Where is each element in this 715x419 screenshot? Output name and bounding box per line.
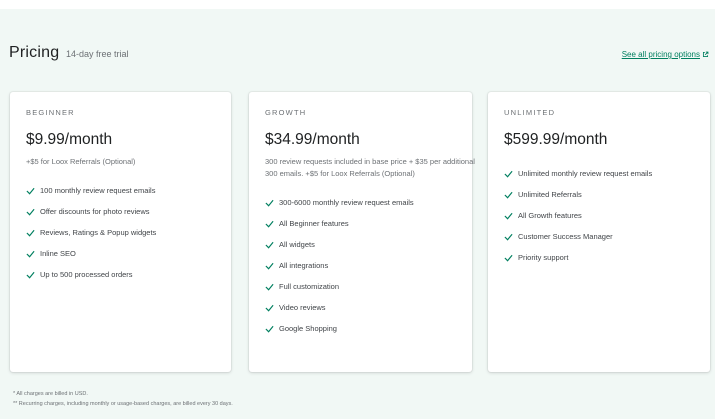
feature-label: Unlimited monthly review request emails xyxy=(518,169,653,178)
check-icon xyxy=(26,229,35,237)
feature-label: Video reviews xyxy=(279,303,326,312)
list-item: Up to 500 processed orders xyxy=(26,264,215,285)
plan-price: $34.99/month xyxy=(265,131,360,148)
feature-label: Unlimited Referrals xyxy=(518,190,582,199)
feature-list: Unlimited monthly review request emails … xyxy=(504,163,694,268)
external-link-icon xyxy=(702,51,709,58)
plan-card-beginner: BEGINNER $9.99/month +$5 for Loox Referr… xyxy=(10,92,231,372)
list-item: Offer discounts for photo reviews xyxy=(26,201,215,222)
feature-label: Full customization xyxy=(279,282,340,291)
check-icon xyxy=(265,304,274,312)
list-item: Priority support xyxy=(504,247,694,268)
list-item: All Beginner features xyxy=(265,213,456,234)
see-all-pricing-link[interactable]: See all pricing options xyxy=(622,50,709,59)
footnote-usd: * All charges are billed in USD. xyxy=(13,391,88,397)
list-item: All widgets xyxy=(265,234,456,255)
feature-label: 300-6000 monthly review request emails xyxy=(279,198,414,207)
plan-price: $9.99/month xyxy=(26,131,113,148)
footnote-recurring: ** Recurring charges, including monthly … xyxy=(13,401,233,407)
list-item: Customer Success Manager xyxy=(504,226,694,247)
trial-subtitle: 14-day free trial xyxy=(66,49,129,59)
plan-note: 300 review requests included in base pri… xyxy=(265,157,475,178)
check-icon xyxy=(26,271,35,279)
feature-label: All integrations xyxy=(279,261,329,270)
feature-label: Customer Success Manager xyxy=(518,232,613,241)
check-icon xyxy=(265,283,274,291)
page-title: Pricing xyxy=(9,44,60,61)
feature-list: 300-6000 monthly review request emails A… xyxy=(265,192,456,339)
list-item: Unlimited Referrals xyxy=(504,184,694,205)
plan-card-growth: GROWTH $34.99/month 300 review requests … xyxy=(249,92,475,372)
plan-name: UNLIMITED xyxy=(504,108,556,117)
check-icon xyxy=(265,199,274,207)
list-item: Unlimited monthly review request emails xyxy=(504,163,694,184)
check-icon xyxy=(265,325,274,333)
list-item: Video reviews xyxy=(265,297,456,318)
plan-note: +$5 for Loox Referrals (Optional) xyxy=(26,157,136,166)
list-item: Google Shopping xyxy=(265,318,456,339)
check-icon xyxy=(504,170,513,178)
feature-label: Priority support xyxy=(518,253,569,262)
list-item: Reviews, Ratings & Popup widgets xyxy=(26,222,215,243)
check-icon xyxy=(265,241,274,249)
plan-price: $599.99/month xyxy=(504,131,608,148)
check-icon xyxy=(504,212,513,220)
check-icon xyxy=(26,208,35,216)
feature-label: Inline SEO xyxy=(40,249,76,258)
list-item: 100 monthly review request emails xyxy=(26,180,215,201)
check-icon xyxy=(265,220,274,228)
feature-label: Google Shopping xyxy=(279,324,337,333)
check-icon xyxy=(26,250,35,258)
check-icon xyxy=(26,187,35,195)
footnotes: * All charges are billed in USD. ** Recu… xyxy=(13,389,233,409)
feature-label: Up to 500 processed orders xyxy=(40,270,133,279)
check-icon xyxy=(504,191,513,199)
feature-label: All Beginner features xyxy=(279,219,349,228)
plan-name: GROWTH xyxy=(265,108,307,117)
check-icon xyxy=(504,233,513,241)
pricing-header: Pricing 14-day free trial See all pricin… xyxy=(9,44,711,68)
plan-card-unlimited: UNLIMITED $599.99/month Unlimited monthl… xyxy=(488,92,710,372)
feature-label: All widgets xyxy=(279,240,315,249)
feature-list: 100 monthly review request emails Offer … xyxy=(26,180,215,285)
list-item: Full customization xyxy=(265,276,456,297)
see-all-pricing-label: See all pricing options xyxy=(621,50,700,59)
list-item: 300-6000 monthly review request emails xyxy=(265,192,456,213)
feature-label: All Growth features xyxy=(518,211,582,220)
list-item: All integrations xyxy=(265,255,456,276)
feature-label: 100 monthly review request emails xyxy=(40,186,156,195)
list-item: All Growth features xyxy=(504,205,694,226)
feature-label: Reviews, Ratings & Popup widgets xyxy=(40,228,157,237)
check-icon xyxy=(504,254,513,262)
list-item: Inline SEO xyxy=(26,243,215,264)
check-icon xyxy=(265,262,274,270)
feature-label: Offer discounts for photo reviews xyxy=(40,207,150,216)
plan-name: BEGINNER xyxy=(26,108,75,117)
